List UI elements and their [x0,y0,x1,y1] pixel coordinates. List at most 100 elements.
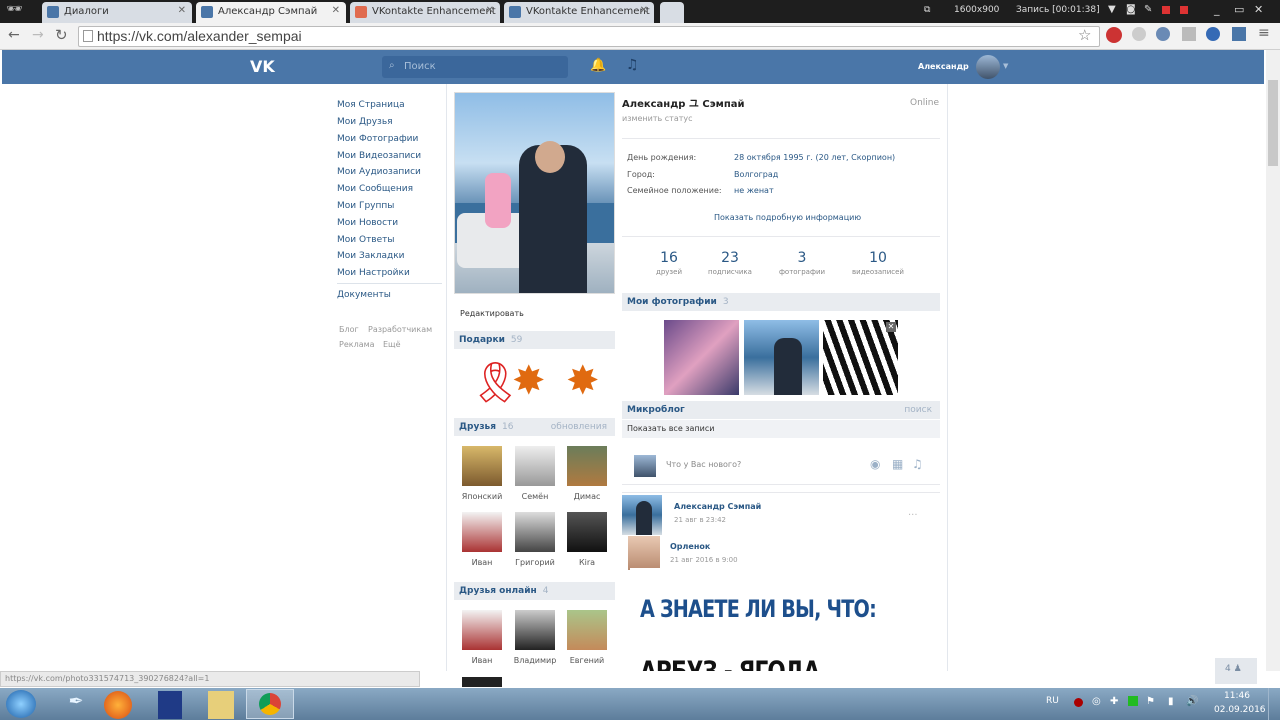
footer-blog-link[interactable]: Блог [339,325,359,334]
browser-menu-icon[interactable]: ≡ [1258,25,1270,41]
close-tab-icon[interactable]: ✕ [178,5,186,16]
network-icon[interactable]: ▮ [1168,696,1174,707]
show-more-info-button[interactable]: Показать подробную информацию [714,213,861,222]
post-date[interactable]: 21 авг в 23:42 [674,516,726,524]
chat-people-button[interactable]: 4 ♟ [1215,658,1257,684]
photo-thumbnail[interactable]: ✕ [823,320,898,395]
birthday-value[interactable]: 28 октября 1995 г. (20 лет, Скорпион) [734,153,895,162]
footer-developers-link[interactable]: Разработчикам [368,325,432,334]
st-george-ribbon-gift-icon[interactable]: ✸ [512,356,556,406]
footer-ads-link[interactable]: Реклама [339,340,375,349]
menu-my-answers[interactable]: Мои Ответы [337,235,395,245]
close-icon[interactable]: ✕ [886,322,896,332]
post-author-avatar[interactable] [622,495,662,535]
music-icon[interactable]: ♫ [626,57,639,73]
footer-more-link[interactable]: Ещё [383,340,401,349]
microblog-header[interactable]: Микроблог поиск [622,401,940,419]
start-button-icon[interactable] [6,690,36,718]
edit-profile-button[interactable]: Редактировать [460,309,524,318]
vk-logo[interactable]: VK [250,57,278,77]
close-tab-icon[interactable]: ✕ [640,5,648,16]
maximize-icon[interactable]: ▭ [1234,3,1244,16]
menu-my-page[interactable]: Моя Страница [337,100,405,110]
extension-music-icon[interactable] [1206,27,1220,41]
friend-item[interactable]: Григорий [510,512,560,567]
header-avatar[interactable] [976,55,1000,79]
flag-tray-icon[interactable]: ⚑ [1146,696,1155,707]
menu-my-photos[interactable]: Мои Фотографии [337,134,418,144]
search-input[interactable]: ⌕ Поиск [382,56,568,78]
post-image[interactable]: А ЗНАЕТЕ ЛИ ВЫ, ЧТО: АРБУЗ - ЯГОДА [630,568,940,671]
composer-input[interactable]: Что у Вас нового? [666,460,741,469]
language-indicator[interactable]: RU [1046,696,1059,706]
profile-avatar[interactable] [454,92,615,294]
stop-record-icon[interactable] [1162,6,1170,14]
counter-videos[interactable]: 10 видеозаписей [843,250,913,276]
camera-icon[interactable]: ◙ [1126,4,1136,15]
menu-my-videos[interactable]: Мои Видеозаписи [337,151,421,161]
clock-date[interactable]: 02.09.2016 [1214,705,1266,715]
counter-subscribers[interactable]: 23 подписчика [695,250,765,276]
forward-arrow-icon[interactable]: → [32,27,44,43]
extension-drop-icon[interactable] [1156,27,1170,41]
tab-profile[interactable]: Александр Сэмпай ✕ [196,2,346,23]
extension-gray-icon[interactable] [1132,27,1146,41]
gifts-header[interactable]: Подарки 59 [454,331,615,349]
tray-icon[interactable]: ◎ [1092,696,1101,707]
folder-icon[interactable] [208,691,234,719]
audio-icon[interactable]: ♫ [912,457,923,471]
show-desktop-button[interactable] [1268,688,1280,720]
tray-icon[interactable]: ✚ [1110,696,1118,707]
repost-author-avatar[interactable] [628,536,660,570]
close-window-icon[interactable]: ✕ [1254,3,1263,16]
online-friend-item[interactable]: Иван [457,610,507,665]
url-input[interactable]: https://vk.com/alexander_sempai [78,26,1100,47]
online-friend-item[interactable]: Евгений [562,610,612,665]
menu-my-groups[interactable]: Мои Группы [337,201,394,211]
repost-author-name[interactable]: Орленок [670,542,710,551]
menu-my-bookmarks[interactable]: Мои Закладки [337,251,404,261]
my-photos-header[interactable]: Мои фотографии 3 [622,293,940,311]
chrome-taskbar-button[interactable] [246,689,294,719]
pen-icon[interactable]: ✎ [1144,4,1152,15]
online-friends-header[interactable]: Друзья онлайн 4 [454,582,615,600]
video-icon[interactable]: ▦ [892,457,903,471]
tray-icon[interactable] [1128,696,1138,706]
photo-thumbnail[interactable] [664,320,739,395]
st-george-ribbon-gift-icon[interactable]: ✸ [566,356,610,406]
extension-grid-icon[interactable] [1182,27,1196,41]
counter-photos[interactable]: 3 фотографии [767,250,837,276]
photo-thumbnail[interactable] [744,320,819,395]
close-tab-icon[interactable]: ✕ [332,5,340,16]
page-scrollbar[interactable] [1266,50,1280,671]
friend-item[interactable]: Японский [457,446,507,501]
friends-updates-link[interactable]: обновления [551,422,607,432]
scrollbar-thumb[interactable] [1268,80,1278,166]
microblog-search-link[interactable]: поиск [904,405,932,415]
close-tab-icon[interactable]: ✕ [486,5,494,16]
save-disk-icon[interactable] [158,691,182,719]
friend-item[interactable]: Димас [562,446,612,501]
post-composer[interactable]: Что у Вас нового? ◉ ▦ ♫ [622,445,940,485]
menu-my-audio[interactable]: Мои Аудиозаписи [337,167,421,177]
menu-my-news[interactable]: Мои Новости [337,218,398,228]
counter-friends[interactable]: 16 друзей [634,250,704,276]
tab-dialogs[interactable]: Диалоги ✕ [42,2,192,23]
friend-item[interactable]: Семён [510,446,560,501]
record-tray-icon[interactable] [1074,698,1083,707]
back-arrow-icon[interactable]: ← [8,27,20,43]
friends-header[interactable]: Друзья 16 обновления [454,418,615,436]
bell-icon[interactable]: 🔔 [590,58,606,73]
city-value[interactable]: Волгоград [734,170,778,179]
post-author-name[interactable]: Александр Сэмпай [674,502,761,511]
show-all-posts-button[interactable]: Показать все записи [622,420,940,438]
tab-vk-enhancement-1[interactable]: VKontakte Enhancement ✕ [350,2,500,23]
menu-documents[interactable]: Документы [337,290,391,300]
friend-item[interactable]: Кira [562,512,612,567]
more-options-icon[interactable]: ··· [908,510,918,521]
clock-time[interactable]: 11:46 [1224,691,1250,701]
firefox-icon[interactable] [104,691,132,719]
online-friend-item[interactable]: Владимир [510,610,560,665]
extension-red-icon[interactable] [1106,27,1122,43]
volume-icon[interactable]: 🔊 [1186,696,1198,707]
